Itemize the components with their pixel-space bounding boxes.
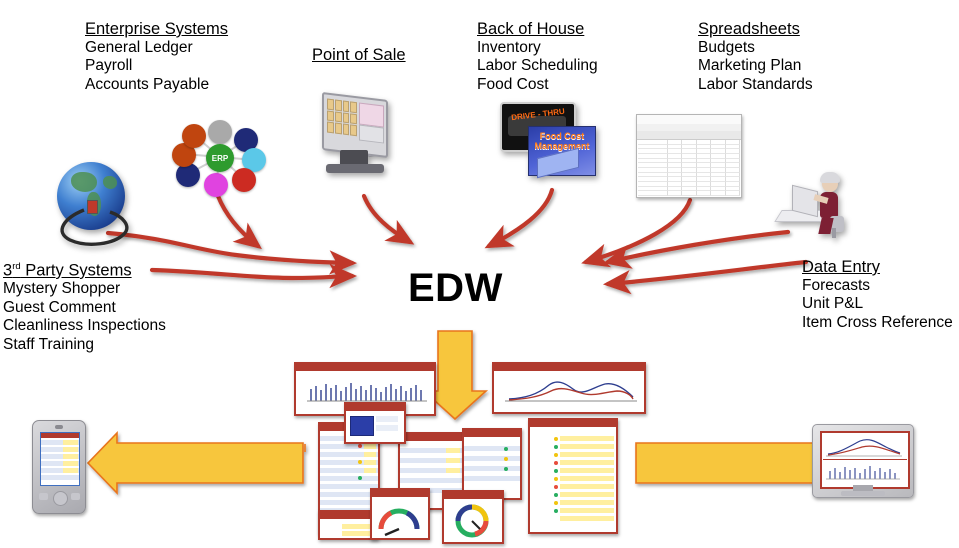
person-at-computer-icon bbox=[774, 166, 858, 240]
drive-thru-food-cost-icon: DRIVE - THRU Food Cost Management bbox=[500, 102, 596, 179]
edw-node-label: EDW bbox=[408, 266, 503, 310]
heading-3rd-rest: Party Systems bbox=[20, 261, 132, 280]
pda-handheld-icon bbox=[32, 420, 86, 514]
item-payroll: Payroll bbox=[85, 57, 133, 74]
erp-hub-label: ERP bbox=[211, 153, 229, 163]
heading-third-party-systems: 3rd Party Systems bbox=[3, 258, 166, 280]
label-back-of-house: Back of House Inventory Labor Scheduling… bbox=[477, 20, 598, 94]
item-inventory: Inventory bbox=[477, 38, 541, 56]
item-staff-training: Staff Training bbox=[3, 335, 95, 353]
food-cost-line2: Management bbox=[534, 141, 590, 151]
item-unit-pl: Unit P&L bbox=[802, 295, 864, 312]
item-item-cross-reference: Item Cross Reference bbox=[802, 313, 953, 331]
item-cleanliness-inspections: Cleanliness Inspections bbox=[3, 317, 166, 334]
label-third-party-systems: 3rd Party Systems Mystery Shopper Guest … bbox=[3, 258, 166, 354]
heading-enterprise-systems: Enterprise Systems bbox=[85, 20, 229, 38]
arrow-spreadsheets bbox=[581, 197, 693, 268]
arrow-back-of-house bbox=[484, 187, 555, 249]
arrow-point-of-sale bbox=[361, 193, 415, 245]
item-general-ledger: General Ledger bbox=[85, 38, 193, 56]
diagram-canvas: Enterprise Systems General Ledger Payrol… bbox=[0, 0, 959, 548]
arrow-enterprise-systems bbox=[215, 193, 262, 250]
label-data-entry: Data Entry Forecasts Unit P&L Item Cross… bbox=[802, 258, 953, 332]
heading-back-of-house: Back of House bbox=[477, 20, 585, 38]
report-window-table-right bbox=[528, 418, 618, 534]
item-budgets: Budgets bbox=[698, 38, 755, 56]
report-window-dialog bbox=[344, 402, 406, 444]
arrow-data-entry-upper bbox=[603, 229, 791, 269]
item-accounts-payable: Accounts Payable bbox=[85, 75, 210, 93]
globe-network-icon bbox=[48, 160, 134, 250]
food-cost-line1: Food Cost bbox=[539, 131, 585, 141]
arrow-dashboards-to-handheld bbox=[86, 431, 304, 495]
arrow-data-entry-lower bbox=[602, 259, 809, 295]
label-spreadsheets: Spreadsheets Budgets Marketing Plan Labo… bbox=[698, 20, 813, 94]
label-point-of-sale: Point of Sale bbox=[312, 46, 406, 65]
item-labor-standards: Labor Standards bbox=[698, 75, 813, 93]
heading-data-entry: Data Entry bbox=[802, 258, 880, 276]
report-window-line-chart bbox=[492, 362, 646, 414]
heading-point-of-sale: Point of Sale bbox=[312, 46, 406, 64]
dashboard-reports-cluster-icon bbox=[290, 360, 650, 545]
pos-terminal-icon bbox=[316, 91, 404, 180]
item-forecasts: Forecasts bbox=[802, 276, 871, 294]
item-food-cost: Food Cost bbox=[477, 75, 549, 93]
item-marketing-plan: Marketing Plan bbox=[698, 57, 802, 74]
heading-3rd-number: 3 bbox=[3, 261, 13, 280]
arrow-3rd-party-lower bbox=[149, 263, 358, 289]
item-labor-scheduling: Labor Scheduling bbox=[477, 57, 598, 74]
heading-3rd-suffix: rd bbox=[12, 261, 21, 272]
heading-spreadsheets: Spreadsheets bbox=[698, 20, 800, 38]
erp-bubble-chart-icon: ERP bbox=[170, 118, 270, 197]
report-window-dial-gauge bbox=[442, 490, 504, 544]
item-mystery-shopper: Mystery Shopper bbox=[3, 280, 121, 297]
desktop-monitor-icon bbox=[812, 424, 914, 498]
label-enterprise-systems: Enterprise Systems General Ledger Payrol… bbox=[85, 20, 228, 94]
item-guest-comment: Guest Comment bbox=[3, 298, 116, 316]
report-window-speedometer-gauge bbox=[370, 488, 430, 540]
erp-hub-node: ERP bbox=[206, 144, 234, 172]
report-window-table-bottom bbox=[318, 510, 378, 540]
spreadsheet-window-icon bbox=[636, 114, 742, 198]
